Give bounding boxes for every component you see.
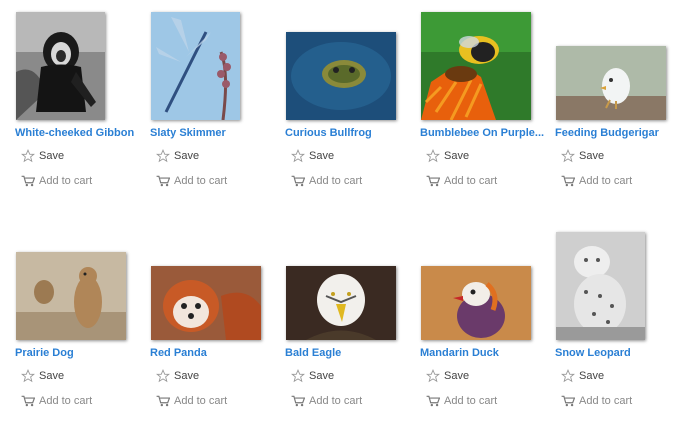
cart-label: Add to cart bbox=[579, 395, 633, 407]
save-label: Save bbox=[39, 370, 65, 382]
star-icon bbox=[291, 369, 305, 383]
photo-thumbnail-bullfrog[interactable] bbox=[286, 32, 396, 120]
cart-label: Add to cart bbox=[444, 395, 498, 407]
star-icon bbox=[156, 369, 170, 383]
add-to-cart-button[interactable]: Add to cart bbox=[156, 393, 227, 409]
cart-label: Add to cart bbox=[309, 395, 363, 407]
cart-label: Add to cart bbox=[579, 175, 633, 187]
save-button[interactable]: Save bbox=[426, 148, 469, 164]
save-label: Save bbox=[309, 370, 335, 382]
photo-thumbnail-mandarin-duck[interactable] bbox=[421, 266, 531, 340]
save-button[interactable]: Save bbox=[291, 148, 334, 164]
shopping-cart-icon bbox=[21, 175, 35, 187]
photo-thumbnail-gibbon[interactable] bbox=[16, 12, 105, 120]
save-button[interactable]: Save bbox=[156, 368, 199, 384]
cart-label: Add to cart bbox=[174, 395, 228, 407]
star-icon bbox=[156, 149, 170, 163]
cart-label: Add to cart bbox=[444, 175, 498, 187]
save-label: Save bbox=[39, 150, 65, 162]
star-icon bbox=[21, 149, 35, 163]
save-button[interactable]: Save bbox=[21, 148, 64, 164]
photo-thumbnail-red-panda[interactable] bbox=[151, 266, 261, 340]
star-icon bbox=[561, 149, 575, 163]
photo-thumbnail-budgerigar[interactable] bbox=[556, 46, 666, 120]
add-to-cart-button[interactable]: Add to cart bbox=[291, 393, 362, 409]
shopping-cart-icon bbox=[426, 395, 440, 407]
add-to-cart-button[interactable]: Add to cart bbox=[426, 173, 497, 189]
add-to-cart-button[interactable]: Add to cart bbox=[21, 393, 92, 409]
shopping-cart-icon bbox=[156, 395, 170, 407]
photo-thumbnail-bumblebee[interactable] bbox=[421, 12, 531, 120]
save-label: Save bbox=[444, 150, 470, 162]
add-to-cart-button[interactable]: Add to cart bbox=[156, 173, 227, 189]
photo-title-link[interactable]: Feeding Budgerigar bbox=[555, 126, 676, 140]
add-to-cart-button[interactable]: Add to cart bbox=[561, 173, 632, 189]
save-label: Save bbox=[174, 150, 200, 162]
save-button[interactable]: Save bbox=[561, 368, 604, 384]
save-button[interactable]: Save bbox=[426, 368, 469, 384]
photo-title-link[interactable]: Snow Leopard bbox=[555, 346, 676, 360]
add-to-cart-button[interactable]: Add to cart bbox=[21, 173, 92, 189]
add-to-cart-button[interactable]: Add to cart bbox=[426, 393, 497, 409]
photo-thumbnail-bald-eagle[interactable] bbox=[286, 266, 396, 340]
photo-title-link[interactable]: White-cheeked Gibbon bbox=[15, 126, 149, 140]
save-label: Save bbox=[309, 150, 335, 162]
save-label: Save bbox=[579, 370, 605, 382]
shopping-cart-icon bbox=[291, 395, 305, 407]
cart-label: Add to cart bbox=[309, 175, 363, 187]
star-icon bbox=[21, 369, 35, 383]
star-icon bbox=[561, 369, 575, 383]
photo-thumbnail-skimmer[interactable] bbox=[151, 12, 240, 120]
cart-label: Add to cart bbox=[174, 175, 228, 187]
shopping-cart-icon bbox=[426, 175, 440, 187]
shopping-cart-icon bbox=[561, 395, 575, 407]
shopping-cart-icon bbox=[291, 175, 305, 187]
shopping-cart-icon bbox=[156, 175, 170, 187]
save-button[interactable]: Save bbox=[156, 148, 199, 164]
photo-title-link[interactable]: Bald Eagle bbox=[285, 346, 419, 360]
cart-label: Add to cart bbox=[39, 175, 93, 187]
save-button[interactable]: Save bbox=[291, 368, 334, 384]
add-to-cart-button[interactable]: Add to cart bbox=[561, 393, 632, 409]
add-to-cart-button[interactable]: Add to cart bbox=[291, 173, 362, 189]
photo-title-link[interactable]: Red Panda bbox=[150, 346, 284, 360]
star-icon bbox=[426, 149, 440, 163]
photo-title-link[interactable]: Slaty Skimmer bbox=[150, 126, 284, 140]
photo-title-link[interactable]: Bumblebee On Purple... bbox=[420, 126, 554, 140]
photo-thumbnail-snow-leopard[interactable] bbox=[556, 232, 645, 340]
star-icon bbox=[291, 149, 305, 163]
shopping-cart-icon bbox=[561, 175, 575, 187]
save-button[interactable]: Save bbox=[561, 148, 604, 164]
photo-title-link[interactable]: Prairie Dog bbox=[15, 346, 149, 360]
save-label: Save bbox=[174, 370, 200, 382]
shopping-cart-icon bbox=[21, 395, 35, 407]
photo-thumbnail-prairie-dog[interactable] bbox=[16, 252, 126, 340]
cart-label: Add to cart bbox=[39, 395, 93, 407]
photo-title-link[interactable]: Curious Bullfrog bbox=[285, 126, 419, 140]
save-label: Save bbox=[444, 370, 470, 382]
save-label: Save bbox=[579, 150, 605, 162]
photo-title-link[interactable]: Mandarin Duck bbox=[420, 346, 554, 360]
star-icon bbox=[426, 369, 440, 383]
save-button[interactable]: Save bbox=[21, 368, 64, 384]
